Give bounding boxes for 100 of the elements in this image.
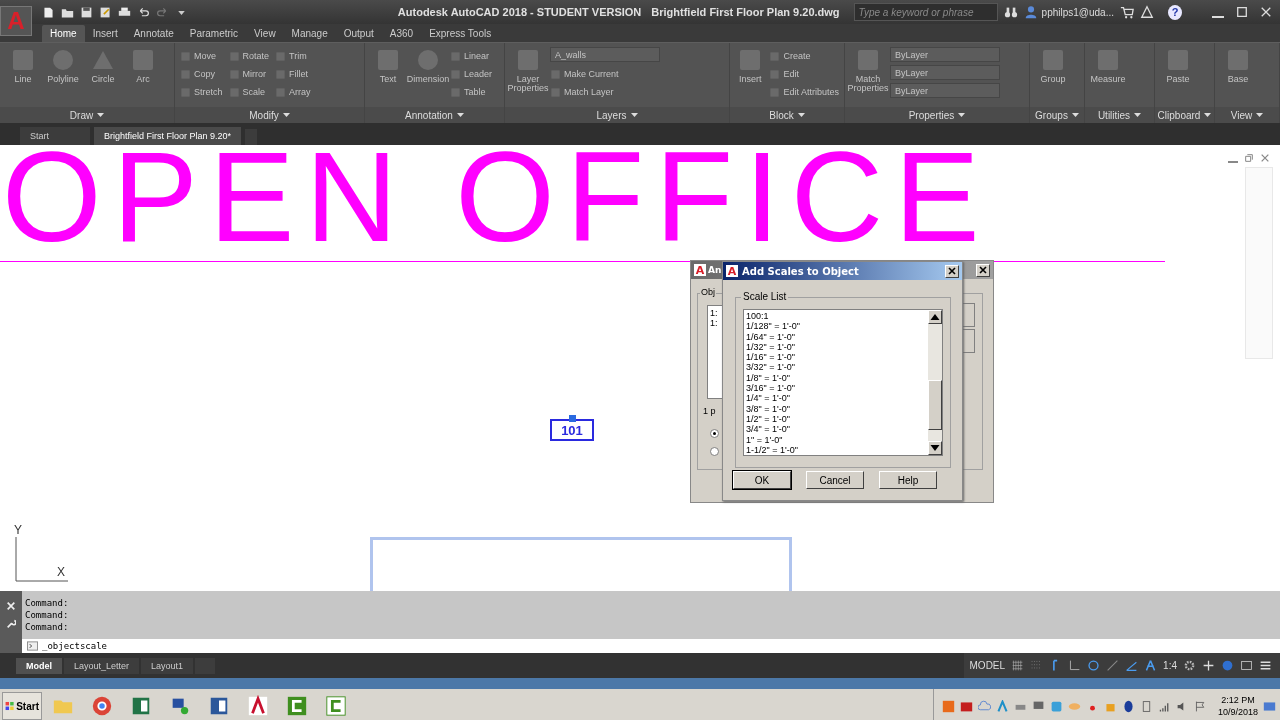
property-dropdown[interactable]: ByLayer	[890, 47, 1000, 62]
list-item[interactable]: 3/16" = 1'-0"	[746, 383, 926, 394]
layout-tab[interactable]: Model	[16, 657, 62, 674]
tool-label[interactable]: Stretch	[194, 87, 223, 97]
list-item[interactable]: 3/4" = 1'-0"	[746, 424, 926, 435]
ribbon-tab[interactable]: Manage	[283, 25, 336, 42]
scrollbar-thumb[interactable]	[928, 380, 942, 430]
list-item[interactable]: 1/16" = 1'-0"	[746, 352, 926, 363]
clock-time[interactable]: 2:12 PM	[1221, 694, 1255, 706]
list-item[interactable]: 1-1/2" = 1'-0"	[746, 444, 926, 456]
list-item[interactable]: 1/4" = 1'-0"	[746, 393, 926, 404]
annotation-scale[interactable]: 1:4	[1163, 660, 1177, 671]
list-item[interactable]: 1/128" = 1'-0"	[746, 321, 926, 332]
dialog-button[interactable]: Help	[879, 471, 937, 489]
ribbon-tab[interactable]: A360	[381, 25, 422, 42]
minimize-icon	[1228, 161, 1238, 163]
grip-handle[interactable]	[569, 415, 576, 422]
list-item[interactable]: 3/32" = 1'-0"	[746, 362, 926, 373]
tool-label[interactable]: Text	[379, 75, 397, 85]
property-dropdown[interactable]: A_walls	[550, 47, 660, 62]
user-icon	[1023, 5, 1038, 19]
ribbon-tab[interactable]: View	[246, 25, 284, 42]
tool-label[interactable]: Measure	[1090, 75, 1126, 85]
close-icon	[979, 266, 987, 274]
property-dropdown[interactable]: ByLayer	[890, 65, 1000, 80]
tool-label[interactable]: Leader	[464, 69, 493, 79]
panel-title[interactable]: Draw	[69, 109, 94, 121]
tool-label[interactable]: Line	[14, 75, 32, 85]
ribbon-tab[interactable]: Home	[42, 25, 85, 42]
tool-label[interactable]: Polyline	[47, 75, 79, 85]
caret-icon	[1204, 113, 1212, 117]
panel-title[interactable]: Block	[769, 109, 794, 121]
tool-label[interactable]: Paste	[1166, 75, 1190, 85]
close-button[interactable]	[945, 264, 959, 278]
close-button[interactable]	[976, 263, 990, 277]
help-button[interactable]: ?	[1168, 4, 1182, 20]
tool-label[interactable]: Layer Properties	[507, 75, 549, 94]
dialog-button[interactable]: Cancel	[806, 471, 864, 489]
tool-label[interactable]: Move	[194, 51, 216, 61]
list-item[interactable]: 1/2" = 1'-0"	[746, 413, 926, 425]
panel-title[interactable]: Modify	[249, 109, 279, 121]
menu-icon	[1259, 659, 1272, 672]
list-item[interactable]: 100:1	[746, 311, 926, 322]
tool-label[interactable]: Circle	[91, 75, 115, 85]
command-history-line: Command:	[25, 597, 70, 609]
print-icon	[117, 5, 131, 19]
radio-button[interactable]	[710, 429, 719, 438]
tool-label[interactable]: Dimension	[406, 75, 450, 85]
clock-date[interactable]: 10/9/2018	[1217, 706, 1258, 718]
tool-label[interactable]: Array	[289, 87, 311, 97]
scroll-down-button[interactable]	[928, 441, 942, 455]
file-tab[interactable]: Start	[20, 127, 90, 145]
radio-button[interactable]	[710, 447, 719, 456]
tool-label[interactable]: Create	[783, 51, 811, 61]
tool-label[interactable]: Match Layer	[564, 87, 614, 97]
model-space-toggle[interactable]: MODEL	[969, 660, 1006, 671]
property-dropdown[interactable]: ByLayer	[890, 83, 1000, 98]
panel-title[interactable]: Layers	[596, 109, 627, 121]
tool-label[interactable]: Arc	[136, 75, 150, 85]
tool-label[interactable]: Group	[1040, 75, 1066, 85]
command-input[interactable]: _objectscale	[42, 641, 108, 651]
tool-label[interactable]: Scale	[242, 87, 266, 97]
search-field[interactable]: Type a keyword or phrase	[853, 3, 998, 21]
tool-label[interactable]: Fillet	[289, 69, 309, 79]
tool-label[interactable]: Match Properties	[847, 75, 889, 94]
ribbon-tab[interactable]: Express Tools	[421, 25, 500, 42]
ribbon-tab[interactable]: Insert	[84, 25, 126, 42]
tool-label[interactable]: Make Current	[564, 69, 619, 79]
list-item[interactable]: 1/8" = 1'-0"	[746, 372, 926, 384]
list-item[interactable]: 1/64" = 1'-0"	[746, 331, 926, 342]
tool-label[interactable]: Rotate	[242, 51, 270, 61]
tool-label[interactable]: Copy	[194, 69, 215, 79]
recorder-icon	[286, 695, 308, 717]
ribbon-tab[interactable]: Annotate	[125, 25, 182, 42]
command-history-line: Command:	[25, 621, 70, 633]
tool-label[interactable]: Linear	[464, 51, 490, 61]
list-item[interactable]: 1/32" = 1'-0"	[746, 341, 926, 353]
ribbon-tab[interactable]: Parametric	[181, 25, 247, 42]
tool-label[interactable]: Edit Attributes	[783, 87, 839, 97]
tool-label[interactable]: Edit	[783, 69, 799, 79]
user-name[interactable]: pphilps1@uda...	[1041, 6, 1114, 18]
dialog-button[interactable]: OK	[733, 471, 791, 489]
tool-label[interactable]: Insert	[738, 75, 762, 85]
start-button[interactable]: Start	[2, 692, 42, 720]
tool-label[interactable]: Base	[1227, 75, 1249, 85]
lineweight-icon	[1125, 659, 1139, 672]
tool-label[interactable]: Table	[464, 87, 486, 97]
panel-title[interactable]: Properties	[908, 109, 955, 121]
scroll-up-button[interactable]	[928, 310, 942, 324]
scale-list[interactable]: 100:1 1/128" = 1'-0" 1/64" = 1'-0" 1/32" = 1'-0" 1/16" = 1'-0" 3/32" = 1'-0" 1/8" = 1'-0" 3/16" = 1'-0" 1/4" = 1'-0" 3/8" = 1'-0" 1/2" = 1'-0" 3/4" = 1'-0" 1" = 1'-0" 1-1/2" = 1'-0"	[743, 309, 943, 456]
tool-label[interactable]: Trim	[289, 51, 307, 61]
cart-icon	[1120, 5, 1134, 19]
layout-tab[interactable]: Layout_Letter	[64, 657, 140, 674]
file-tab[interactable]: Brightfield First Floor Plan 9.20*	[94, 127, 242, 145]
layout-tab[interactable]: Layout1	[141, 657, 194, 674]
list-item[interactable]: 3/8" = 1'-0"	[746, 403, 926, 414]
tool-label[interactable]: Mirror	[242, 69, 266, 79]
list-item[interactable]: 1" = 1'-0"	[746, 434, 926, 445]
fullscreen-icon	[1240, 659, 1253, 672]
ribbon-tab[interactable]: Output	[335, 25, 382, 42]
